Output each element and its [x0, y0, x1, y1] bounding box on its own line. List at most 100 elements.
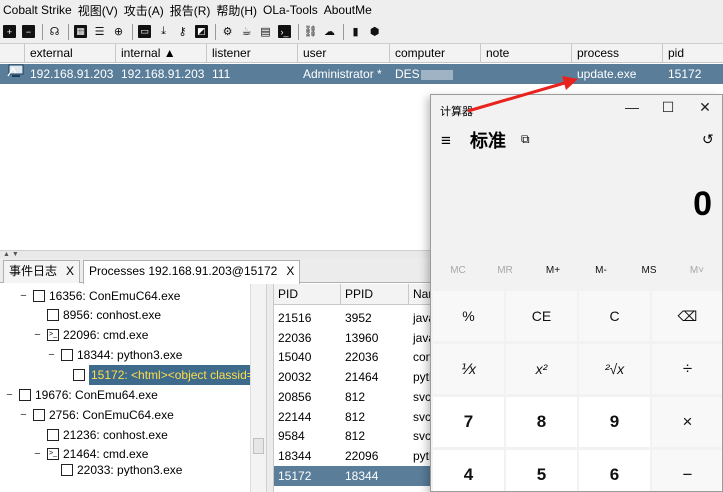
- beacon-table-header: external internal ▲ listener user comput…: [0, 44, 723, 63]
- tree-node[interactable]: −18344: python3.exe: [47, 345, 182, 365]
- table-row[interactable]: 2203613960javaw.exe: [274, 328, 449, 348]
- tree-scrollbar-thumb[interactable]: [253, 438, 264, 454]
- screenshot-icon[interactable]: ▭: [138, 25, 151, 38]
- multiply-button[interactable]: ×: [652, 397, 722, 447]
- collapse-icon[interactable]: −: [33, 329, 42, 340]
- column-header-internal[interactable]: internal ▲: [116, 44, 207, 63]
- memory-add-button[interactable]: M+: [535, 265, 571, 276]
- minus-button[interactable]: −: [652, 450, 722, 491]
- digit-4-button[interactable]: 4: [433, 450, 504, 491]
- square-button[interactable]: x²: [506, 344, 577, 394]
- gear-icon[interactable]: ⚙: [221, 25, 234, 38]
- keep-on-top-icon[interactable]: ⧉: [521, 132, 530, 147]
- digit-7-button[interactable]: 7: [433, 397, 504, 447]
- tree-node[interactable]: 21236: conhost.exe: [47, 425, 168, 445]
- clear-button[interactable]: C: [579, 291, 650, 341]
- tree-node[interactable]: 8956: conhost.exe: [47, 305, 161, 325]
- digit-8-button[interactable]: 8: [506, 397, 577, 447]
- table-row[interactable]: 1834422096python3.exe: [274, 446, 449, 466]
- image-icon[interactable]: ◩: [195, 25, 208, 38]
- table-row[interactable]: 215163952javaw.exe: [274, 308, 449, 328]
- digit-6-button[interactable]: 6: [579, 450, 650, 491]
- column-header-computer[interactable]: computer: [390, 44, 481, 63]
- minus-square-icon[interactable]: −: [22, 25, 35, 38]
- tree-node[interactable]: − >_ 21464: cmd.exe: [33, 444, 148, 464]
- menu-ola-tools[interactable]: OLa-Tools: [263, 3, 318, 17]
- tree-node[interactable]: −16356: ConEmuC64.exe: [19, 286, 180, 306]
- target-icon[interactable]: ⊕: [112, 25, 125, 38]
- collapse-icon[interactable]: −: [19, 290, 28, 301]
- key-icon[interactable]: ⚷: [176, 25, 189, 38]
- table-row[interactable]: 1504022036conhost.exe: [274, 347, 449, 367]
- toolbar-separator: [68, 23, 69, 40]
- tree-node[interactable]: 22033: python3.exe: [61, 464, 182, 476]
- tree-node-selected[interactable]: 15172: <html><object classid=': [73, 365, 259, 385]
- memory-recall-button[interactable]: MR: [487, 265, 523, 276]
- menu-attack[interactable]: 攻击(A): [124, 2, 164, 19]
- tab-processes[interactable]: Processes 192.168.91.203@15172 X: [83, 260, 301, 284]
- list-icon[interactable]: ☰: [93, 25, 106, 38]
- download-icon[interactable]: ⤓: [157, 25, 170, 38]
- menu-help[interactable]: 帮助(H): [216, 2, 257, 19]
- tab-processes-close-icon[interactable]: X: [286, 264, 294, 278]
- collapse-icon[interactable]: −: [5, 389, 14, 400]
- pane-splitter[interactable]: [266, 284, 273, 492]
- terminal-icon[interactable]: ›_: [278, 25, 291, 38]
- beacon-internal: 192.168.91.203: [121, 67, 205, 81]
- close-icon[interactable]: ✕: [690, 99, 720, 116]
- table-row[interactable]: 22144812svchost.exe: [274, 407, 449, 427]
- minimize-icon[interactable]: —: [617, 99, 647, 115]
- column-header-process[interactable]: process: [572, 44, 663, 63]
- history-icon[interactable]: ↺: [702, 131, 714, 148]
- memory-list-button[interactable]: M˅: [679, 265, 715, 276]
- tree-node[interactable]: −19676: ConEmu64.exe: [5, 385, 157, 405]
- collapse-icon[interactable]: −: [33, 448, 42, 459]
- square-root-button[interactable]: ²√x: [579, 344, 650, 394]
- menu-report[interactable]: 报告(R): [170, 2, 211, 19]
- reciprocal-button[interactable]: ⅟x: [433, 344, 504, 394]
- beacon-row[interactable]: 192.168.91.203 192.168.91.203 111 Admini…: [0, 64, 723, 84]
- collapse-icon[interactable]: −: [19, 409, 28, 420]
- clear-entry-button[interactable]: CE: [506, 291, 577, 341]
- column-header-listener[interactable]: listener: [207, 44, 298, 63]
- backspace-button[interactable]: ⌫: [652, 291, 722, 341]
- link-icon[interactable]: ⛓: [304, 25, 318, 38]
- menu-view[interactable]: 视图(V): [78, 2, 118, 19]
- coffee-icon[interactable]: ☕: [240, 25, 253, 38]
- column-header-ppid[interactable]: PPID: [341, 284, 409, 305]
- memory-clear-button[interactable]: MC: [440, 265, 476, 276]
- memory-subtract-button[interactable]: M-: [583, 265, 619, 276]
- tree-node[interactable]: − >_ 22096: cmd.exe: [33, 325, 148, 345]
- maximize-icon[interactable]: ☐: [653, 99, 683, 116]
- memory-store-button[interactable]: MS: [631, 265, 667, 276]
- table-row[interactable]: 20856812svchost.exe: [274, 387, 449, 407]
- column-header-note[interactable]: note: [481, 44, 572, 63]
- tab-event-log-close-icon[interactable]: X: [66, 264, 74, 278]
- digit-5-button[interactable]: 5: [506, 450, 577, 491]
- divide-button[interactable]: ÷: [652, 344, 722, 394]
- percent-button[interactable]: %: [433, 291, 504, 341]
- package-icon[interactable]: ⬢: [368, 25, 381, 38]
- book-icon[interactable]: ▮: [349, 25, 362, 38]
- menu-aboutme[interactable]: AboutMe: [324, 3, 372, 17]
- column-header-external[interactable]: external: [25, 44, 116, 63]
- column-header-pid[interactable]: PID: [274, 284, 341, 305]
- table-row[interactable]: 9584812svchost.exe: [274, 426, 449, 446]
- cloud-icon[interactable]: ☁: [323, 25, 336, 38]
- column-header-pid[interactable]: pid: [663, 44, 723, 63]
- tree-node[interactable]: −2756: ConEmuC64.exe: [19, 405, 173, 425]
- headphones-icon[interactable]: ☊: [48, 25, 61, 38]
- table-row[interactable]: 2003221464python3.exe: [274, 367, 449, 387]
- column-header-user[interactable]: user: [298, 44, 390, 63]
- plus-square-icon[interactable]: +: [3, 25, 16, 38]
- document-icon[interactable]: ▤: [259, 25, 272, 38]
- table-row-selected[interactable]: 15172 18344: [274, 466, 432, 486]
- menu-icon[interactable]: ≡: [441, 131, 451, 151]
- column-header-icon[interactable]: [0, 44, 25, 63]
- collapse-icon[interactable]: −: [47, 349, 56, 360]
- digit-9-button[interactable]: 9: [579, 397, 650, 447]
- sessions-icon[interactable]: ▦: [74, 25, 87, 38]
- menu-cobalt-strike[interactable]: Cobalt Strike: [3, 3, 72, 17]
- tree-scrollbar[interactable]: [250, 284, 266, 492]
- tab-event-log[interactable]: 事件日志 X: [3, 260, 81, 283]
